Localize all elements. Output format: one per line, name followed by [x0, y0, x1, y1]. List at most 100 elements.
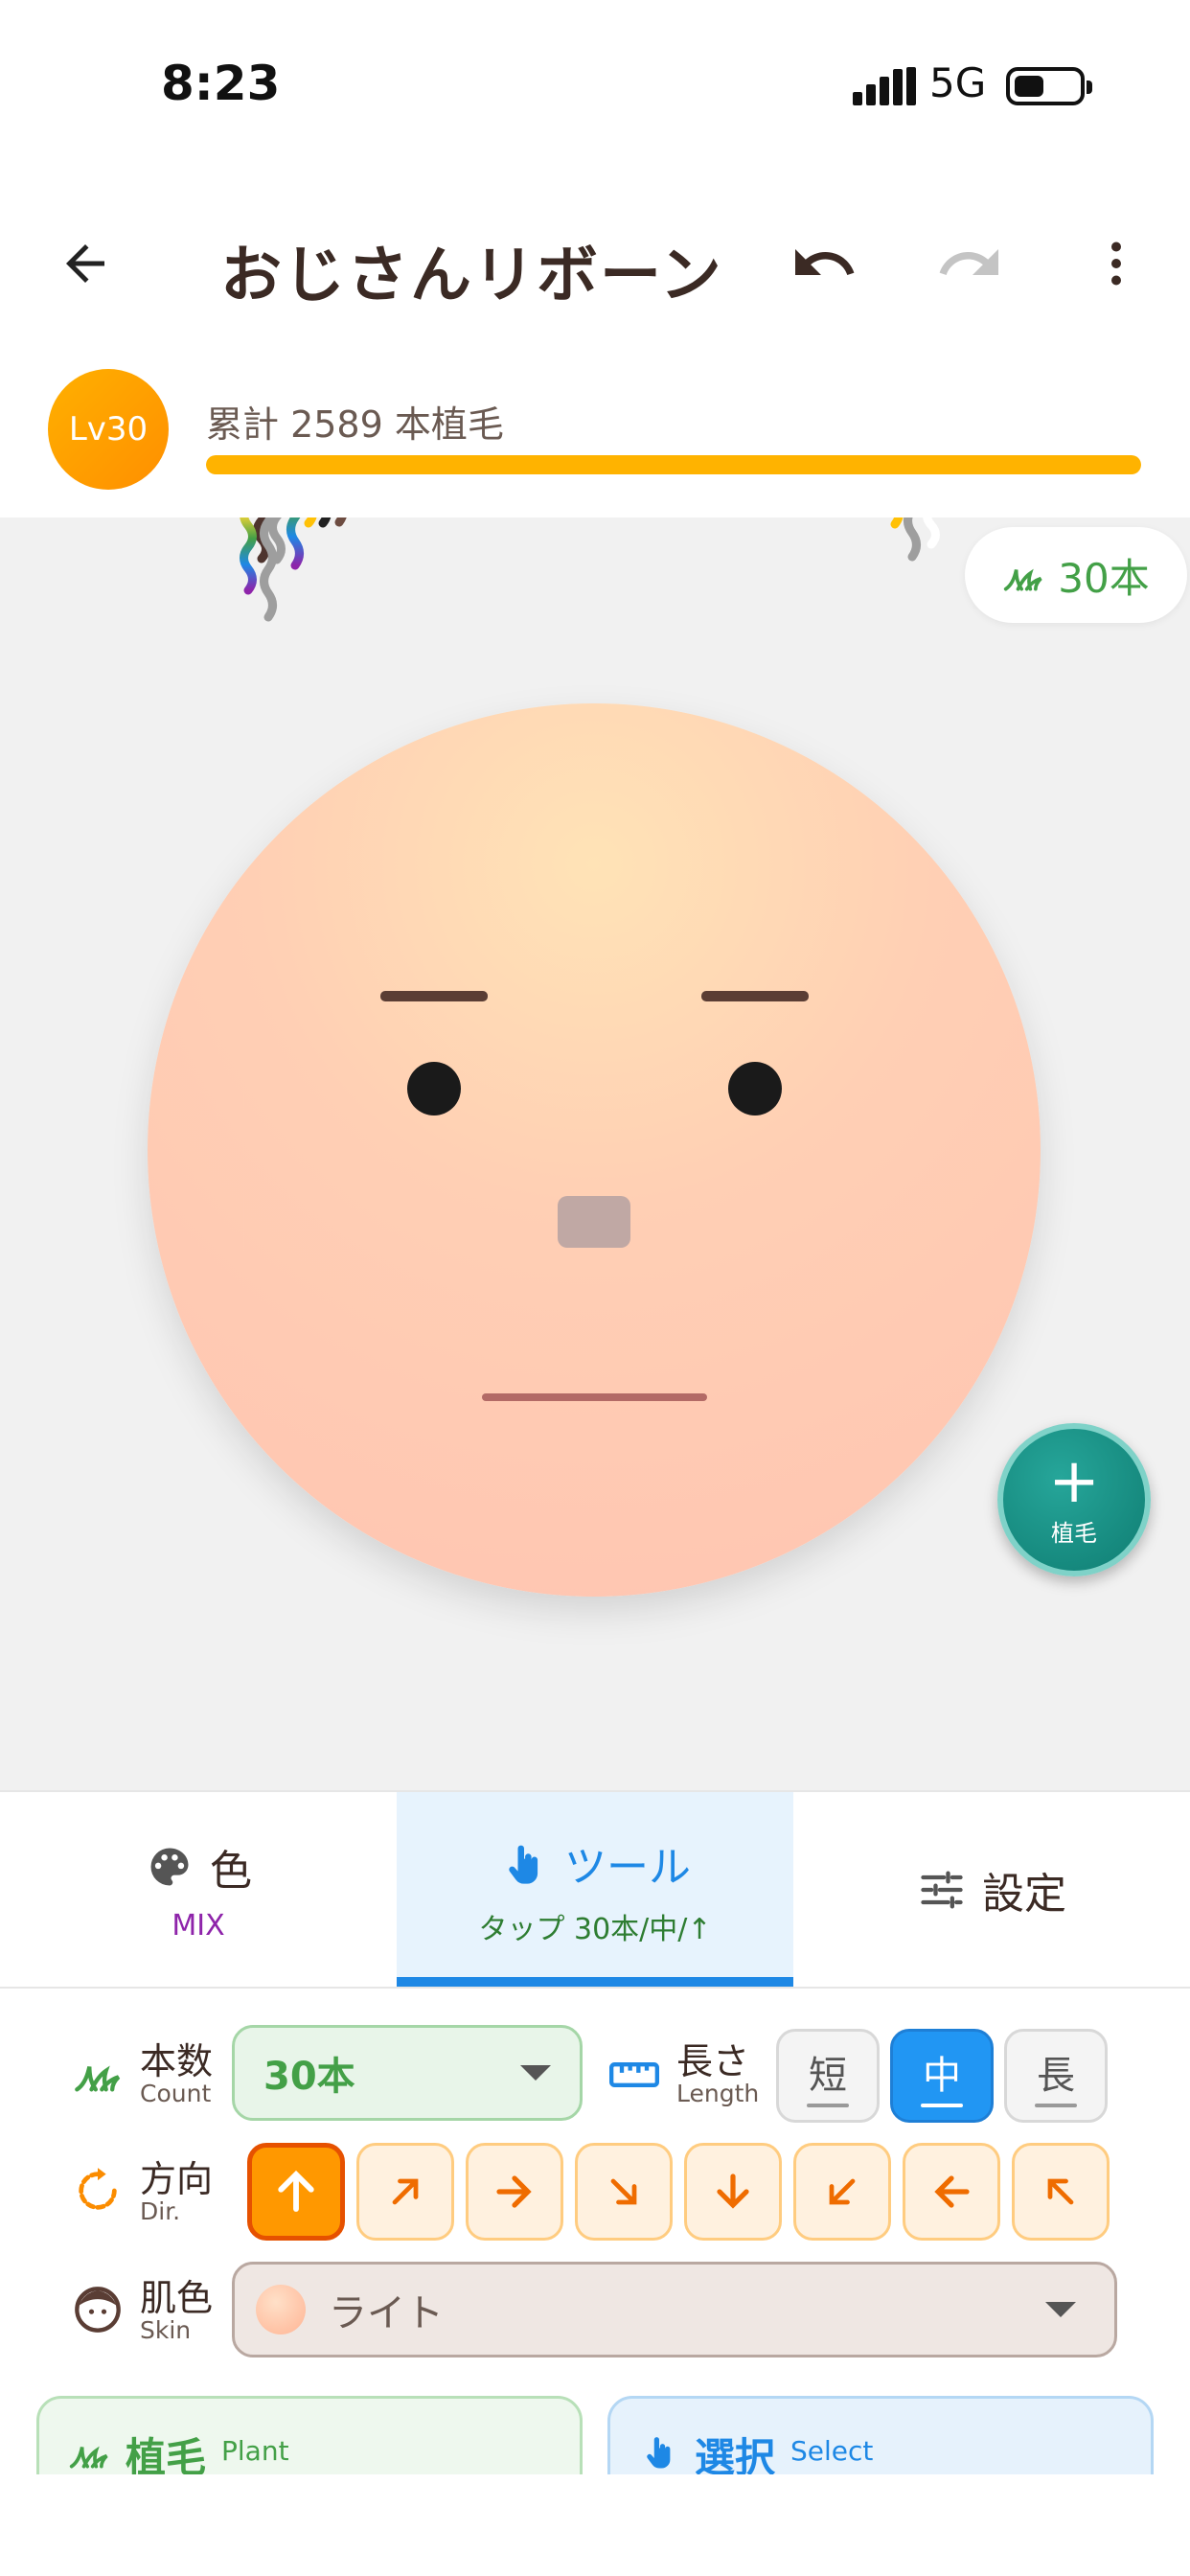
- level-progress-bar: [206, 455, 1141, 474]
- count-label-en: Count: [140, 2080, 212, 2107]
- arrow-down-left-icon: [829, 2178, 856, 2205]
- more-vert-icon: [1111, 242, 1121, 286]
- count-label-jp: 本数: [140, 2040, 214, 2082]
- length-short-button[interactable]: 短: [776, 2029, 880, 2123]
- right-eyebrow: [701, 991, 809, 1001]
- count-length-row: 本数 Count 30本 長さ Length 短 中 長: [0, 2025, 1190, 2127]
- back-button[interactable]: [42, 220, 128, 307]
- face-icon: [75, 2287, 121, 2333]
- plus-icon: +: [1048, 1445, 1100, 1517]
- direction-label-en: Dir.: [140, 2197, 181, 2225]
- tab-tool-sub: タップ 30本/中/↑: [478, 1912, 712, 1946]
- more-button[interactable]: [1073, 220, 1159, 307]
- fab-label: 植毛: [1051, 1519, 1097, 1547]
- skin-select-value: ライト: [329, 2291, 444, 2335]
- tab-tool[interactable]: ツール タップ 30本/中/↑: [397, 1792, 793, 1987]
- grass-icon: [75, 2065, 121, 2092]
- plant-mode-label-en: Plant: [221, 2435, 289, 2467]
- signal-icon: [853, 67, 916, 105]
- direction-up-button[interactable]: [247, 2143, 345, 2241]
- arrow-right-icon: [496, 2175, 532, 2208]
- arrow-up-left-icon: [1047, 2178, 1074, 2205]
- redo-button[interactable]: [927, 220, 1013, 307]
- direction-up-left-button[interactable]: [1012, 2143, 1110, 2241]
- direction-label: 方向 Dir.: [140, 2160, 213, 2225]
- grass-icon: [69, 2446, 108, 2469]
- hair-count-chip: 30本: [965, 527, 1187, 623]
- redo-icon: [939, 249, 998, 275]
- hair-strand: [240, 518, 257, 595]
- bottom-fade: [0, 2474, 1190, 2576]
- battery-icon: [1006, 67, 1092, 105]
- arrow-up-right-icon: [392, 2178, 419, 2205]
- tab-settings[interactable]: 設定: [793, 1792, 1190, 1987]
- skin-select[interactable]: ライト: [232, 2262, 1117, 2358]
- palette-icon: [150, 1848, 189, 1886]
- count-label: 本数 Count: [140, 2042, 213, 2107]
- direction-right-button[interactable]: [466, 2143, 563, 2241]
- tab-color-sub: MIX: [172, 1909, 225, 1943]
- arrow-down-right-icon: [610, 2178, 637, 2205]
- arrow-down-icon: [717, 2174, 749, 2209]
- tab-settings-label: 設定: [982, 1869, 1066, 1919]
- tap-hand-icon: [509, 1845, 538, 1884]
- length-label-jp: 長さ: [676, 2040, 750, 2082]
- count-select-value: 30本: [263, 2055, 355, 2099]
- length-medium-button[interactable]: 中: [890, 2029, 994, 2123]
- length-long-button[interactable]: 長: [1004, 2029, 1108, 2123]
- hair-strand: [304, 518, 317, 528]
- skin-row: 肌色 Skin ライト: [0, 2262, 1190, 2363]
- count-select[interactable]: 30本: [232, 2025, 583, 2121]
- tab-color-label: 色: [210, 1847, 252, 1896]
- grass-icon: [1004, 568, 1042, 591]
- network-label: 5G: [929, 59, 987, 106]
- ruler-icon: [609, 2062, 659, 2087]
- face-drawing[interactable]: [0, 518, 1190, 1790]
- rotate-icon: [79, 2168, 117, 2210]
- hair-canvas[interactable]: 30本 + 植毛: [0, 518, 1190, 1790]
- skin-swatch: [256, 2285, 306, 2334]
- undo-icon: [795, 249, 855, 275]
- face-circle: [148, 703, 1041, 1597]
- skin-label-en: Skin: [140, 2316, 192, 2344]
- right-eye: [728, 1062, 782, 1116]
- caret-down-icon: [1045, 2302, 1076, 2317]
- length-label-en: Length: [676, 2080, 760, 2107]
- left-eye: [407, 1062, 461, 1116]
- skin-label-jp: 肌色: [140, 2277, 214, 2319]
- hair-count-value: 30本: [1058, 554, 1150, 602]
- level-summary: 累計 2589 本植毛: [206, 403, 504, 446]
- level-badge: Lv30: [48, 369, 169, 490]
- left-eyebrow: [380, 991, 488, 1001]
- length-label: 長さ Length: [676, 2042, 759, 2107]
- pointer-hand-icon: [647, 2437, 671, 2469]
- length-short-label: 短: [809, 2054, 847, 2098]
- direction-down-left-button[interactable]: [793, 2143, 891, 2241]
- arrow-left-icon: [934, 2175, 970, 2208]
- direction-row: 方向 Dir.: [0, 2143, 1190, 2244]
- direction-down-button[interactable]: [684, 2143, 782, 2241]
- hair-strand: [334, 518, 347, 527]
- arrow-up-icon: [278, 2170, 314, 2212]
- mouth: [482, 1393, 707, 1401]
- direction-down-right-button[interactable]: [575, 2143, 673, 2241]
- arrow-left-icon: [66, 244, 104, 283]
- hair-strand: [923, 518, 940, 549]
- skin-label: 肌色 Skin: [140, 2279, 213, 2344]
- direction-label-jp: 方向: [140, 2158, 214, 2200]
- plant-hair-fab[interactable]: + 植毛: [997, 1423, 1151, 1576]
- hair-strands: [240, 518, 940, 622]
- tab-color[interactable]: 色 MIX: [0, 1792, 397, 1987]
- select-mode-label-en: Select: [790, 2435, 874, 2467]
- length-long-label: 長: [1037, 2054, 1075, 2098]
- sliders-icon: [921, 1871, 963, 1908]
- hair-strand: [286, 518, 304, 570]
- level-row: Lv30 累計 2589 本植毛: [0, 355, 1190, 513]
- status-time: 8:23: [161, 56, 281, 111]
- length-medium-label: 中: [923, 2054, 961, 2098]
- tab-tool-label: ツール: [564, 1842, 691, 1892]
- direction-left-button[interactable]: [903, 2143, 1000, 2241]
- hair-strand: [890, 518, 904, 529]
- direction-up-right-button[interactable]: [356, 2143, 454, 2241]
- undo-button[interactable]: [781, 220, 867, 307]
